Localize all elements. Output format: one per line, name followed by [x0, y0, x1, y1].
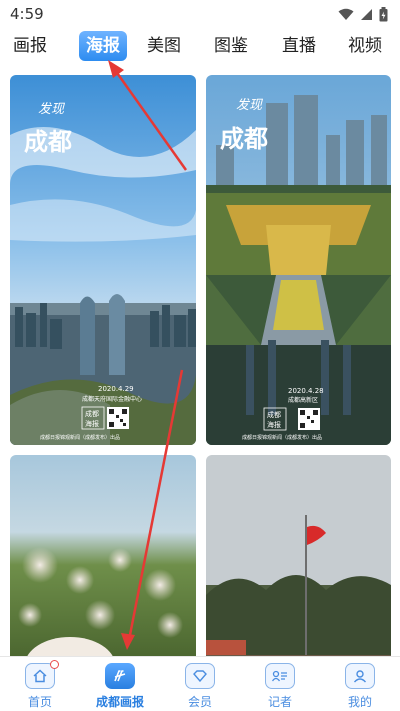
poster-card[interactable]	[10, 455, 196, 656]
poster-grid: 发现 成都 2020.4.29 成都天府国际金融中心 成都 海报 成都日报锦观新…	[0, 72, 400, 656]
poster-credit: 成都日报锦观新闻（成都发布）出品	[40, 434, 120, 441]
nav-member[interactable]: 会员	[160, 657, 240, 711]
nav-profile[interactable]: 我的	[320, 657, 400, 711]
notification-dot	[50, 660, 59, 669]
tab-meitu[interactable]: 美图	[147, 30, 181, 62]
poster-image: 发现 成都 2020.4.28 成都高新区 成都 海报 成都日报锦观新闻（成都发…	[206, 75, 391, 445]
poster-image	[10, 455, 196, 656]
tab-shipin[interactable]: 视频	[348, 30, 382, 62]
signal-icon	[361, 8, 372, 20]
poster-image: 发现 成都 2020.4.29 成都天府国际金融中心 成都 海报 成都日报锦观新…	[10, 75, 196, 445]
profile-icon	[345, 663, 375, 689]
status-bar: 4:59	[0, 0, 400, 28]
poster-logo-line2: 海报	[85, 419, 99, 428]
battery-icon	[379, 6, 388, 21]
nav-label: 成都画报	[95, 695, 144, 709]
poster-date: 2020.4.28	[288, 387, 324, 395]
poster-date: 2020.4.29	[98, 385, 134, 393]
poster-logo-line1: 成都	[267, 410, 281, 419]
status-time: 4:59	[10, 5, 44, 23]
poster-logo-line1: 成都	[85, 409, 99, 418]
tab-zhibo[interactable]: 直播	[282, 30, 316, 62]
tab-huabao[interactable]: 画报	[13, 30, 47, 62]
nav-pictorial[interactable]: 成都画报	[80, 657, 160, 711]
nav-label: 会员	[187, 695, 212, 709]
poster-caption: 成都天府国际金融中心	[82, 395, 142, 403]
nav-label: 首页	[27, 695, 52, 709]
nav-home[interactable]: 首页	[0, 657, 80, 711]
poster-card[interactable]	[206, 455, 391, 656]
poster-image	[206, 455, 391, 656]
poster-card[interactable]: 发现 成都 2020.4.29 成都天府国际金融中心 成都 海报 成都日报锦观新…	[10, 75, 196, 445]
poster-title-big: 成都	[220, 124, 268, 153]
status-icons	[338, 6, 388, 22]
category-tabs: 画报 海报 美图 图鉴 直播 视频	[0, 30, 400, 64]
poster-title-big: 成都	[24, 127, 72, 156]
reporter-icon	[265, 663, 295, 689]
poster-logo-line2: 海报	[267, 420, 281, 429]
nav-label: 我的	[347, 695, 372, 709]
tab-haibao[interactable]: 海报	[79, 31, 127, 61]
tab-tujian[interactable]: 图鉴	[214, 30, 248, 62]
poster-caption: 成都高新区	[288, 396, 318, 404]
poster-title-small: 发现	[38, 102, 66, 117]
poster-card[interactable]: 发现 成都 2020.4.28 成都高新区 成都 海报 成都日报锦观新闻（成都发…	[206, 75, 391, 445]
member-icon	[185, 663, 215, 689]
nav-label: 记者	[267, 695, 292, 709]
wifi-icon	[338, 8, 354, 20]
nav-reporter[interactable]: 记者	[240, 657, 320, 711]
poster-credit: 成都日报锦观新闻（成都发布）出品	[242, 434, 322, 441]
bottom-nav: 首页 成都画报 会员 记者 我的	[0, 656, 400, 711]
home-icon	[25, 660, 59, 689]
poster-title-small: 发现	[236, 98, 264, 113]
pictorial-icon	[105, 663, 135, 689]
